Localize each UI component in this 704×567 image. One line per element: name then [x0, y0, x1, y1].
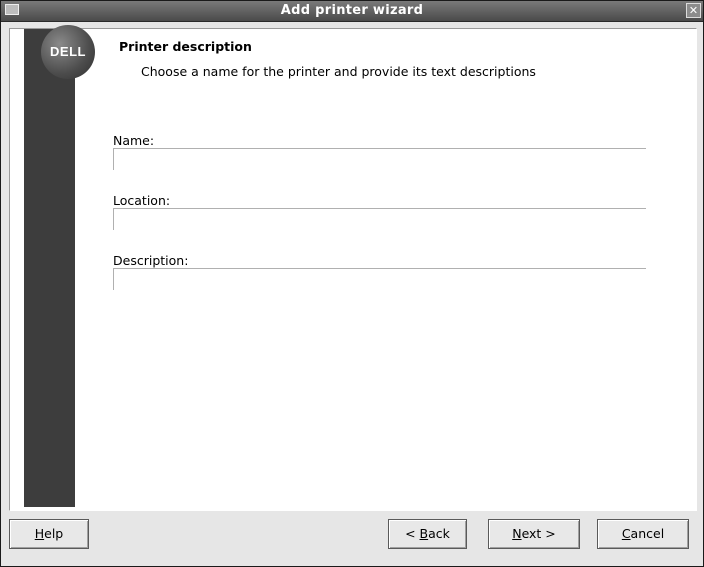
help-button-mnemonic: H	[34, 526, 45, 541]
add-printer-wizard-window: Add printer wizard ✕ DELL Printer descri…	[0, 0, 704, 567]
cancel-button[interactable]: Cancel	[597, 519, 689, 549]
location-field[interactable]	[113, 208, 646, 230]
cancel-button-mnemonic: C	[621, 526, 631, 541]
description-label: Description:	[113, 253, 189, 268]
window-title: Add printer wizard	[280, 3, 424, 18]
back-button-prefix: <	[405, 526, 420, 541]
description-field[interactable]	[113, 268, 646, 290]
name-label: Name:	[113, 133, 155, 148]
close-icon: ✕	[688, 4, 699, 17]
close-button[interactable]: ✕	[686, 3, 701, 18]
name-field[interactable]	[113, 148, 646, 170]
next-button-label: ext >	[521, 526, 556, 541]
wizard-sidebar	[24, 29, 75, 507]
back-button-mnemonic: B	[419, 526, 429, 541]
page-title: Printer description	[119, 39, 252, 54]
back-button-label: ack	[428, 526, 450, 541]
cancel-button-label: ancel	[630, 526, 665, 541]
dell-logo: DELL	[41, 25, 95, 79]
location-label: Location:	[113, 193, 171, 208]
page-subtitle: Choose a name for the printer and provid…	[141, 64, 536, 79]
help-button-label: elp	[44, 526, 64, 541]
next-button[interactable]: Next >	[488, 519, 580, 549]
next-button-mnemonic: N	[512, 526, 522, 541]
help-button[interactable]: Help	[9, 519, 89, 549]
back-button[interactable]: < Back	[388, 519, 467, 549]
title-bar[interactable]: Add printer wizard ✕	[1, 1, 703, 22]
